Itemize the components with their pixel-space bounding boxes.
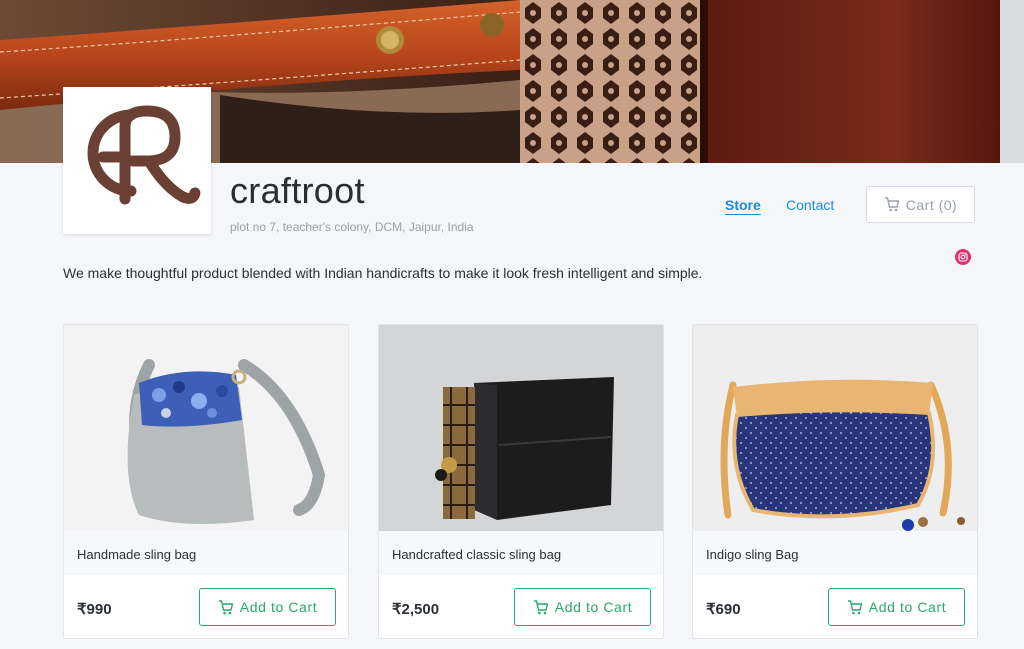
product-card[interactable]: Indigo sling Bag ₹690 Add to Cart — [692, 324, 978, 639]
product-price: ₹990 — [77, 601, 112, 618]
add-to-cart-label: Add to Cart — [239, 599, 318, 615]
product-price: ₹2,500 — [392, 601, 440, 618]
cart-button[interactable]: Cart (0) — [866, 186, 975, 223]
product-title[interactable]: Indigo sling Bag — [706, 547, 799, 562]
cart-icon — [847, 599, 862, 614]
nav-contact-link[interactable]: Contact — [786, 197, 834, 213]
cart-label: Cart (0) — [905, 196, 958, 213]
product-image[interactable] — [379, 325, 663, 531]
add-to-cart-button[interactable]: Add to Cart — [514, 588, 651, 626]
add-to-cart-button[interactable]: Add to Cart — [828, 588, 965, 626]
add-to-cart-label: Add to Cart — [554, 599, 633, 615]
product-price: ₹690 — [706, 601, 741, 618]
store-name: craftroot — [230, 170, 365, 211]
product-image[interactable] — [693, 325, 977, 531]
product-title[interactable]: Handcrafted classic sling bag — [392, 547, 561, 562]
product-image[interactable] — [64, 325, 348, 531]
instagram-glyph-icon — [958, 252, 968, 262]
cart-icon — [218, 599, 233, 614]
instagram-icon[interactable] — [955, 249, 971, 265]
store-logo[interactable] — [63, 87, 211, 234]
store-tagline: We make thoughtful product blended with … — [63, 265, 703, 281]
cart-icon — [884, 197, 899, 212]
store-address: plot no 7, teacher's colony, DCM, Jaipur… — [230, 220, 474, 234]
nav-store-link[interactable]: Store — [725, 197, 761, 213]
add-to-cart-button[interactable]: Add to Cart — [199, 588, 336, 626]
product-card[interactable]: Handmade sling bag ₹990 Add to Cart — [63, 324, 349, 639]
craftroot-logo-icon — [87, 105, 201, 205]
add-to-cart-label: Add to Cart — [868, 599, 947, 615]
product-title[interactable]: Handmade sling bag — [77, 547, 196, 562]
product-card[interactable]: Handcrafted classic sling bag ₹2,500 Add… — [378, 324, 664, 639]
cart-icon — [533, 599, 548, 614]
